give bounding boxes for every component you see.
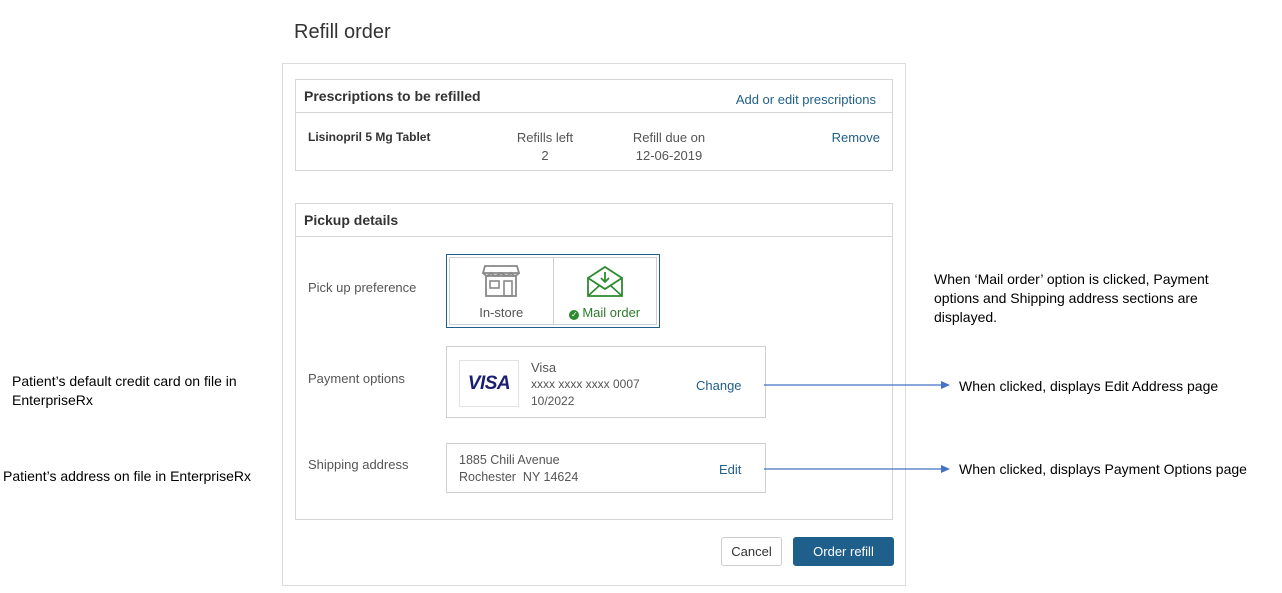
mail-order-label: ✓ Mail order	[554, 305, 657, 320]
shipping-address-lines: 1885 Chili Avenue Rochester NY 14624	[459, 452, 578, 486]
prescriptions-header: Prescriptions to be refilled Add or edit…	[296, 80, 892, 113]
refill-due: Refill due on 12-06-2019	[626, 129, 712, 165]
pickup-preference-label: Pick up preference	[308, 280, 417, 295]
remove-prescription-link[interactable]: Remove	[832, 130, 880, 145]
refill-due-value: 12-06-2019	[635, 148, 703, 163]
pickup-option-in-store[interactable]: In-store	[450, 258, 553, 324]
card-brand: Visa	[531, 360, 557, 375]
refills-left-label: Refills left	[516, 130, 574, 145]
address-line1: 1885 Chili Avenue	[459, 453, 560, 467]
payment-card-details: Visa xxxx xxxx xxxx 0007 10/2022	[531, 359, 640, 410]
annotation-change: When clicked, displays Edit Address page	[959, 378, 1219, 394]
visa-logo-text: VISA	[467, 372, 511, 394]
annotation-credit-card: Patient’s default credit card on file in…	[12, 373, 237, 408]
payment-options-label: Payment options	[308, 371, 405, 386]
arrow-change-head	[941, 381, 950, 389]
refills-left-value: 2	[541, 148, 549, 163]
page-title: Refill order	[294, 21, 391, 43]
add-edit-prescriptions-link[interactable]: Add or edit prescriptions	[736, 92, 876, 107]
address-line2: Rochester NY 14624	[459, 470, 579, 484]
annotation-mail-order: When ‘Mail order’ option is clicked, Pay…	[934, 271, 1209, 325]
order-refill-button[interactable]: Order refill	[793, 537, 894, 566]
store-icon	[481, 264, 521, 301]
mail-order-label-text: Mail order	[582, 305, 641, 320]
shipping-address-label: Shipping address	[308, 457, 409, 472]
annotation-edit: When clicked, displays Payment Options p…	[959, 461, 1247, 477]
mail-icon	[585, 264, 625, 301]
refills-left: Refills left 2	[508, 129, 582, 165]
change-payment-link[interactable]: Change	[696, 378, 742, 393]
prescriptions-title: Prescriptions to be refilled	[304, 88, 481, 104]
card-expiry: 10/2022	[531, 394, 575, 408]
refill-due-label: Refill due on	[632, 130, 706, 145]
pickup-details-title: Pickup details	[304, 212, 399, 228]
pickup-details-panel: Pickup details Pick up preference In-sto…	[295, 203, 893, 520]
annotation-address: Patient’s address on file in EnterpriseR…	[3, 468, 251, 484]
payment-card-box: VISA Visa xxxx xxxx xxxx 0007 10/2022 Ch…	[446, 346, 766, 418]
prescriptions-panel: Prescriptions to be refilled Add or edit…	[295, 79, 893, 171]
check-circle-icon: ✓	[569, 310, 580, 320]
visa-logo-icon: VISA	[459, 360, 519, 407]
shipping-address-box: 1885 Chili Avenue Rochester NY 14624 Edi…	[446, 443, 766, 493]
pickup-details-header: Pickup details	[296, 204, 892, 237]
cancel-button[interactable]: Cancel	[721, 537, 782, 566]
prescription-name: Lisinopril 5 Mg Tablet	[308, 130, 431, 144]
arrow-edit-head	[941, 465, 950, 473]
card-number: xxxx xxxx xxxx 0007	[531, 377, 640, 391]
pickup-option-mail-order[interactable]: ✓ Mail order	[552, 258, 657, 324]
edit-address-link[interactable]: Edit	[719, 462, 741, 477]
pickup-preference-selector: In-store ✓ Mail order	[446, 254, 660, 328]
in-store-label: In-store	[479, 305, 524, 320]
